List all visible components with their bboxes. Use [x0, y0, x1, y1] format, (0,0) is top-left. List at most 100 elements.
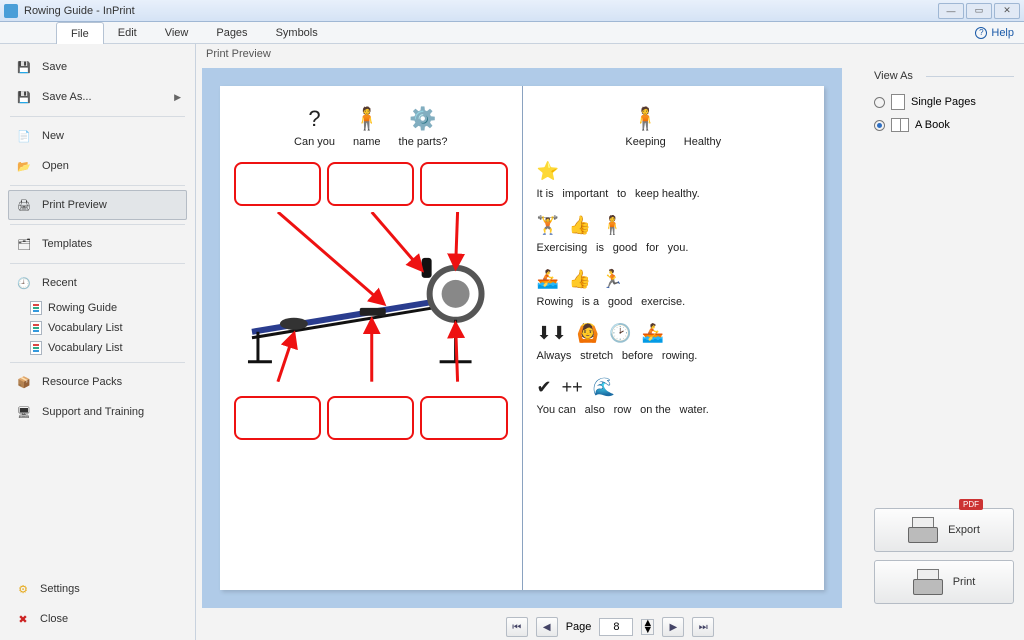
- main-area: Print Preview ?Can you 🧍name ⚙️the parts…: [196, 44, 1024, 640]
- print-preview-icon: 🖨: [14, 196, 34, 214]
- page-number-input[interactable]: [599, 618, 633, 636]
- sidebar-item-resource-packs[interactable]: 📦 Resource Packs: [8, 367, 187, 397]
- save-as-icon: 💾: [14, 88, 34, 106]
- word: Rowing: [537, 296, 574, 308]
- word: It is: [537, 188, 554, 200]
- page-right: 🧍Keeping Healthy ⭐ It is important to ke…: [523, 86, 825, 590]
- prev-page-button[interactable]: ◀: [536, 617, 558, 637]
- symbol-always: ⬇⬇: [537, 320, 567, 346]
- page-label: Page: [566, 621, 592, 633]
- last-page-button[interactable]: ⏭: [692, 617, 714, 637]
- recent-item[interactable]: Vocabulary List: [26, 338, 187, 358]
- sidebar-label: Resource Packs: [42, 376, 122, 388]
- sidebar-label: Templates: [42, 238, 92, 250]
- word: is: [596, 242, 604, 254]
- sentence-row: 🏋️ 👍 🧍: [537, 212, 811, 238]
- sidebar-label: Print Preview: [42, 199, 107, 211]
- radio-icon: [874, 120, 885, 131]
- sidebar-item-recent[interactable]: 🕘 Recent: [8, 268, 187, 298]
- resource-packs-icon: 📦: [14, 373, 34, 391]
- sentence: It is important to keep healthy.: [537, 188, 811, 200]
- symbol-good: 👍: [569, 266, 591, 292]
- word: the parts?: [399, 136, 448, 148]
- sidebar-item-save-as[interactable]: 💾 Save As... ▶: [8, 82, 187, 112]
- separator: [10, 224, 185, 225]
- help-link[interactable]: ? Help: [965, 22, 1024, 43]
- sidebar-item-print-preview[interactable]: 🖨 Print Preview: [8, 190, 187, 220]
- word: exercise.: [641, 296, 685, 308]
- close-icon: ✖: [14, 610, 32, 628]
- sidebar-item-save[interactable]: 💾 Save: [8, 52, 187, 82]
- export-button[interactable]: PDF Export: [874, 508, 1014, 552]
- sidebar-item-settings[interactable]: ⚙ Settings: [8, 574, 187, 604]
- recent-label: Rowing Guide: [48, 302, 117, 314]
- sidebar-item-open[interactable]: 📂 Open: [8, 151, 187, 181]
- next-page-button[interactable]: ▶: [662, 617, 684, 637]
- close-window-button[interactable]: ✕: [994, 3, 1020, 19]
- word: for: [646, 242, 659, 254]
- chevron-right-icon: ▶: [174, 92, 181, 103]
- symbol-parts: ⚙️the parts?: [399, 104, 448, 148]
- word: Always: [537, 350, 572, 362]
- answer-box[interactable]: [327, 162, 414, 206]
- menu-pages[interactable]: Pages: [202, 22, 261, 43]
- window-title: Rowing Guide - InPrint: [24, 5, 938, 17]
- maximize-button[interactable]: ▭: [966, 3, 992, 19]
- menubar: File Edit View Pages Symbols ? Help: [0, 22, 1024, 44]
- preview-heading: Print Preview: [196, 44, 1024, 62]
- sidebar-item-support[interactable]: 🖥 Support and Training: [8, 397, 187, 427]
- sidebar-item-close[interactable]: ✖ Close: [8, 604, 187, 634]
- sidebar-item-new[interactable]: 📄 New: [8, 121, 187, 151]
- recent-item[interactable]: Rowing Guide: [26, 298, 187, 318]
- radio-label: Single Pages: [911, 96, 976, 108]
- document-icon: [30, 321, 42, 335]
- sidebar-label: Save: [42, 61, 67, 73]
- symbol-exercising: 🏋️: [537, 212, 559, 238]
- preview-viewport[interactable]: ?Can you 🧍name ⚙️the parts?: [196, 62, 864, 614]
- recent-item[interactable]: Vocabulary List: [26, 318, 187, 338]
- symbol-stretch: 🙆: [577, 320, 599, 346]
- symbol-rowing: 🚣: [537, 266, 559, 292]
- first-page-button[interactable]: ⏮: [506, 617, 528, 637]
- sidebar-label: Close: [40, 613, 68, 625]
- symbol-exercise: 🏃: [601, 266, 623, 292]
- symbol-keeping: 🧍Keeping: [625, 104, 665, 148]
- word: keep healthy.: [635, 188, 700, 200]
- recent-list: Rowing Guide Vocabulary List Vocabulary …: [8, 298, 187, 358]
- minimize-button[interactable]: —: [938, 3, 964, 19]
- document-icon: [30, 301, 42, 315]
- single-page-icon: [891, 94, 905, 110]
- page-stepper[interactable]: ▲▼: [641, 619, 654, 635]
- menu-symbols[interactable]: Symbols: [262, 22, 332, 43]
- answer-boxes-top: [234, 162, 508, 206]
- word: to: [617, 188, 626, 200]
- answer-boxes-bottom: [234, 396, 508, 440]
- answer-box[interactable]: [420, 396, 507, 440]
- menu-edit[interactable]: Edit: [104, 22, 151, 43]
- radio-a-book[interactable]: A Book: [874, 114, 1014, 136]
- answer-box[interactable]: [327, 396, 414, 440]
- radio-single-pages[interactable]: Single Pages: [874, 90, 1014, 114]
- sentence-row: ✔ ++ 🌊: [537, 374, 811, 400]
- app-icon: [4, 4, 18, 18]
- recent-label: Vocabulary List: [48, 322, 123, 334]
- menu-file[interactable]: File: [56, 22, 104, 44]
- group-label: View As: [874, 70, 919, 82]
- separator: [10, 263, 185, 264]
- word: row: [614, 404, 632, 416]
- button-label: Print: [953, 576, 976, 588]
- word: important: [562, 188, 608, 200]
- word: name: [353, 136, 381, 148]
- answer-box[interactable]: [420, 162, 507, 206]
- print-button[interactable]: Print: [874, 560, 1014, 604]
- view-as-group: View As: [874, 70, 1014, 82]
- symbol-rowing: 🚣: [642, 320, 664, 346]
- sidebar-item-templates[interactable]: 🗂 Templates: [8, 229, 187, 259]
- answer-box[interactable]: [234, 162, 321, 206]
- page-left: ?Can you 🧍name ⚙️the parts?: [220, 86, 522, 590]
- menu-view[interactable]: View: [151, 22, 203, 43]
- separator: [10, 185, 185, 186]
- answer-box[interactable]: [234, 396, 321, 440]
- radio-icon: [874, 97, 885, 108]
- symbol-you-can: ✔: [537, 374, 552, 400]
